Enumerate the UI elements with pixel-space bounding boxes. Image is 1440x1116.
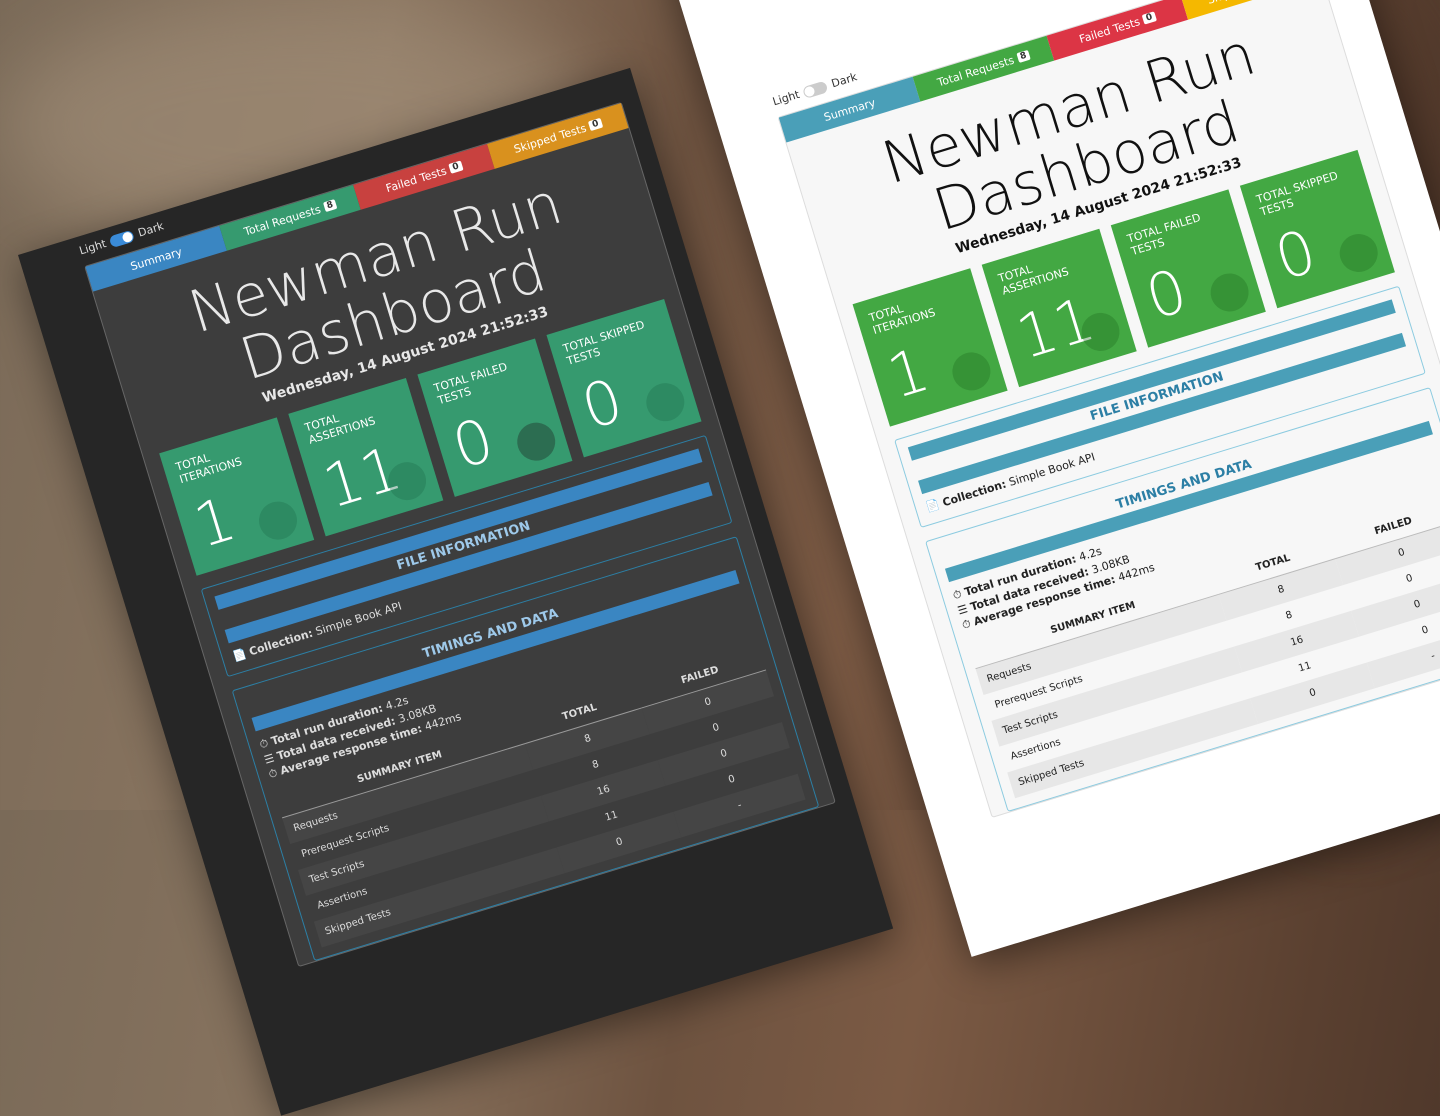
theme-switch[interactable] (802, 79, 829, 99)
stat-iterations: Total Iterations 1 (852, 268, 1008, 427)
stat-assertions: Total Assertions 11 (981, 228, 1137, 388)
light-label: Light (771, 87, 802, 109)
dark-label: Dark (136, 219, 166, 240)
light-label: Light (77, 237, 108, 258)
requests-badge: 8 (1016, 49, 1031, 64)
stopwatch-icon: ⏱ (960, 616, 973, 632)
times-circle-icon (512, 417, 560, 466)
requests-badge: 8 (322, 199, 338, 213)
refresh-icon (947, 347, 996, 396)
stat-skipped: Total Skipped Tests 0 (1239, 149, 1395, 309)
dashboard-card: Summary Total Requests8 Failed Tests0 Sk… (777, 0, 1440, 818)
dark-label: Dark (829, 70, 859, 91)
stat-failed: Total Failed Tests 0 (417, 338, 573, 497)
file-icon: 📄 (924, 497, 942, 515)
stopwatch-icon: ⏱ (257, 736, 271, 752)
failed-badge: 0 (448, 160, 464, 174)
stat-failed: Total Failed Tests 0 (1110, 189, 1266, 348)
refresh-icon (254, 496, 302, 545)
stat-assertions: Total Assertions 11 (288, 377, 444, 537)
theme-switch[interactable] (108, 229, 136, 248)
database-icon: ☰ (956, 602, 970, 618)
skipped-badge: 0 (588, 117, 603, 132)
database-icon: ☰ (262, 751, 276, 767)
file-icon: 📄 (231, 646, 248, 664)
share-arrow-icon (1334, 229, 1383, 277)
failed-badge: 0 (1141, 11, 1157, 25)
stat-skipped: Total Skipped Tests 0 (546, 299, 702, 458)
stat-iterations: Total Iterations 1 (159, 417, 315, 576)
times-circle-icon (1205, 268, 1254, 317)
stopwatch-icon: ⏱ (951, 587, 964, 603)
dashboard-card: Summary Total Requests8 Failed Tests0 Sk… (84, 101, 836, 968)
stopwatch-icon: ⏱ (267, 766, 280, 782)
share-arrow-icon (641, 378, 690, 426)
